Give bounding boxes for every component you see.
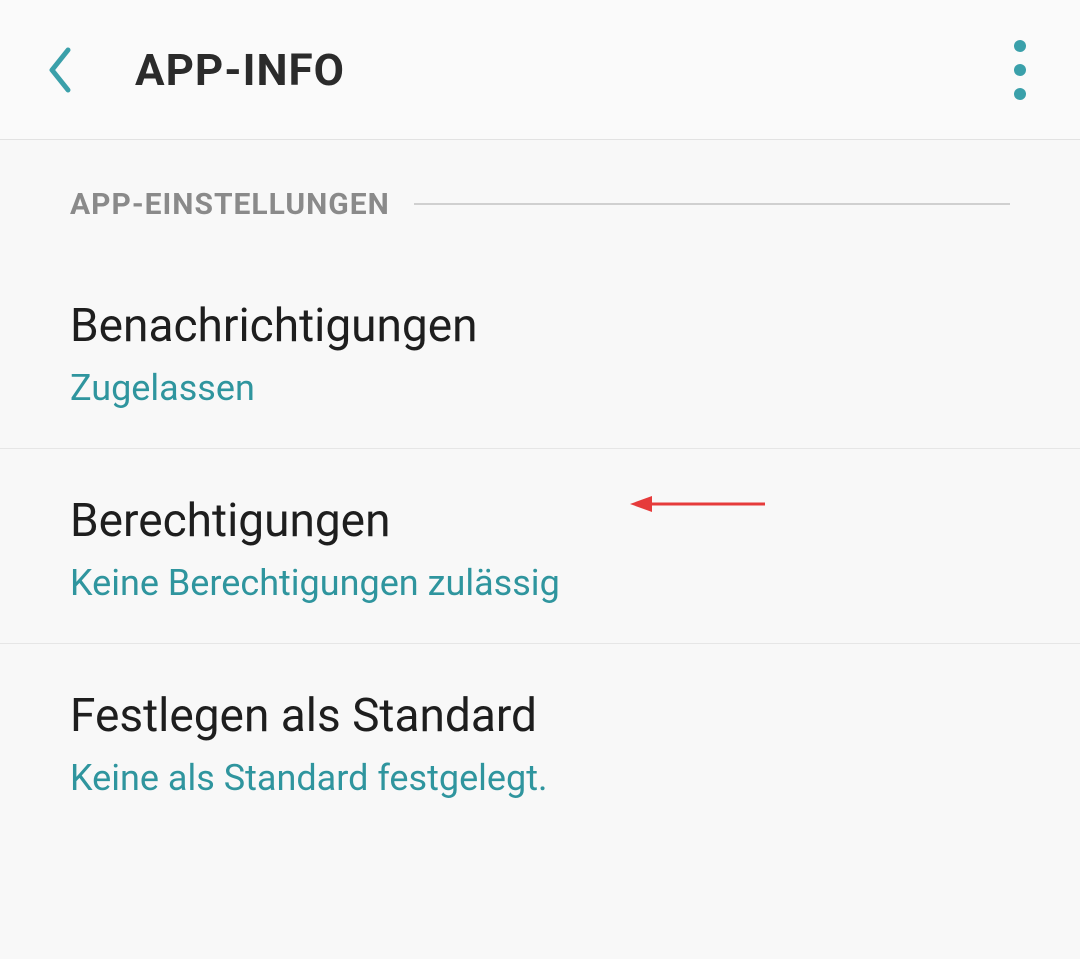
- page-title: APP-INFO: [135, 44, 345, 96]
- setting-item-subtitle: Keine als Standard festgelegt.: [70, 757, 1010, 800]
- setting-item-permissions[interactable]: Berechtigungen Keine Berechtigungen zulä…: [0, 449, 1080, 644]
- section-header-label: APP-EINSTELLUNGEN: [70, 187, 390, 222]
- setting-item-set-default[interactable]: Festlegen als Standard Keine als Standar…: [0, 644, 1080, 838]
- setting-item-title: Festlegen als Standard: [70, 690, 1010, 743]
- more-vertical-icon: [1014, 40, 1026, 100]
- settings-content: APP-EINSTELLUNGEN Benachrichtigungen Zug…: [0, 140, 1080, 838]
- chevron-left-icon: [46, 46, 74, 94]
- setting-item-subtitle: Zugelassen: [70, 367, 1010, 410]
- setting-item-subtitle: Keine Berechtigungen zulässig: [70, 562, 1010, 605]
- more-options-button[interactable]: [990, 30, 1050, 110]
- section-header: APP-EINSTELLUNGEN: [0, 184, 1080, 224]
- setting-item-title: Benachrichtigungen: [70, 300, 1010, 353]
- setting-item-notifications[interactable]: Benachrichtigungen Zugelassen: [0, 254, 1080, 449]
- back-button[interactable]: [40, 40, 80, 100]
- setting-item-title: Berechtigungen: [70, 495, 1010, 548]
- app-bar: APP-INFO: [0, 0, 1080, 140]
- section-header-divider: [414, 203, 1010, 205]
